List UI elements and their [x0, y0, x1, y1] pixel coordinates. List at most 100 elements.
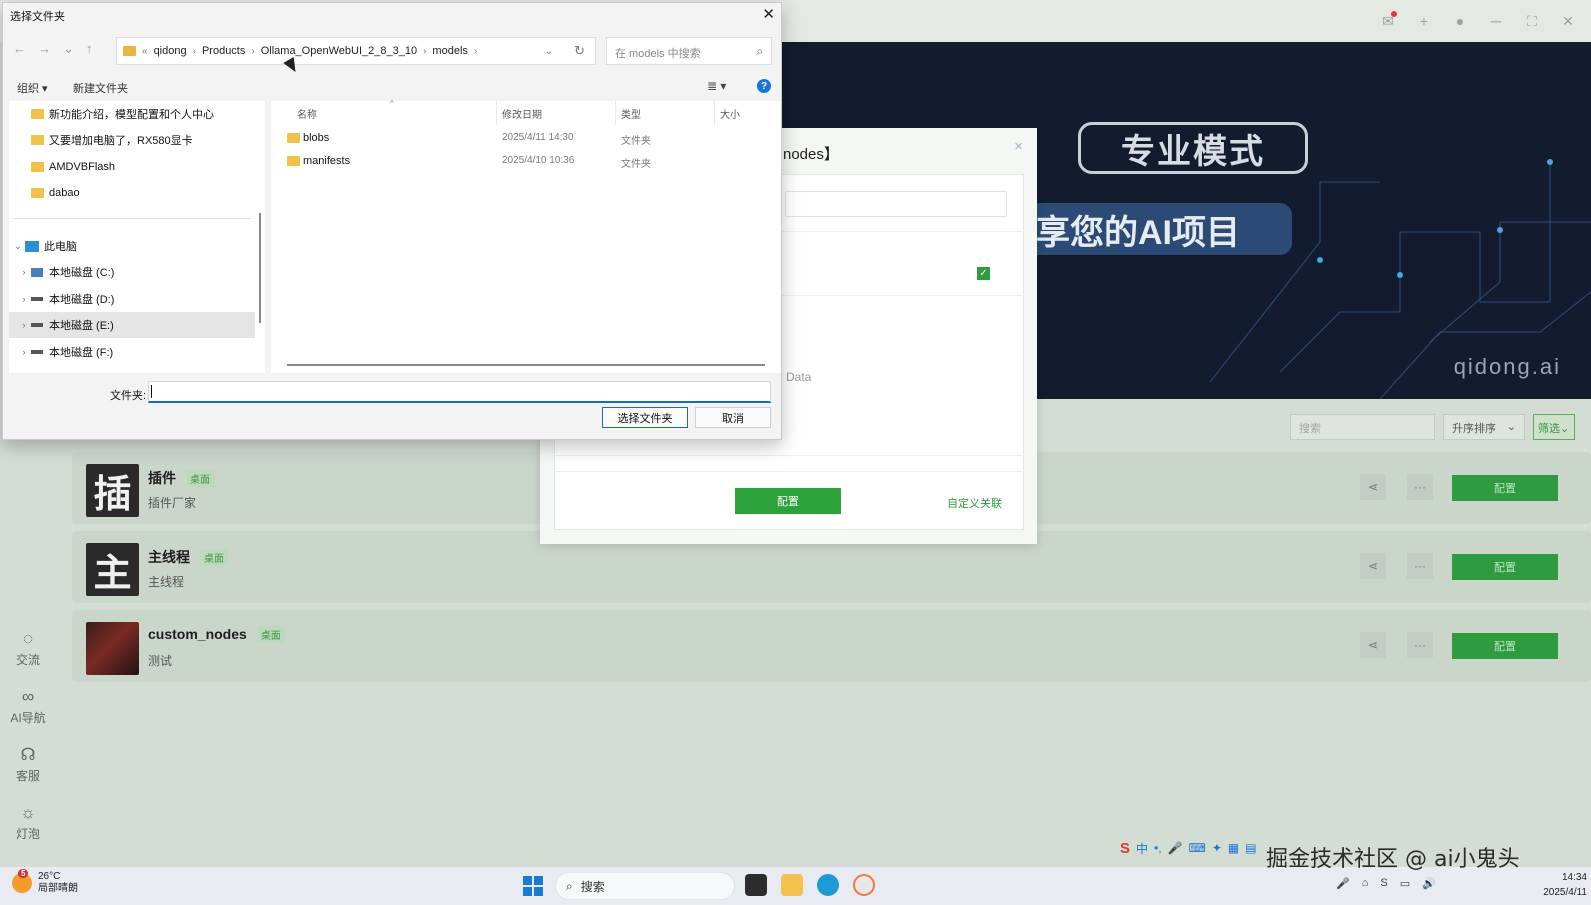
up-icon[interactable]: ↑: [86, 41, 93, 57]
column-header-modified[interactable]: 修改日期: [502, 106, 542, 121]
table-row[interactable]: blobs 2025/4/11 14:30 文件夹: [285, 129, 775, 149]
close-icon[interactable]: ✕: [1557, 10, 1579, 32]
folder-picker-dialog: 选择文件夹 ✕ ← → ⌄ ↑ « qidong › Products › Olla…: [2, 2, 782, 440]
sogou-ime-icon[interactable]: S: [1120, 840, 1130, 857]
clock[interactable]: 14:34 2025/4/11: [1543, 870, 1587, 900]
taskbar-search[interactable]: ⌕ 搜索: [555, 872, 735, 900]
close-icon[interactable]: ✕: [762, 5, 775, 23]
tree-item-drive[interactable]: › 本地磁盘 (F:): [9, 339, 255, 365]
sort-select[interactable]: 升序排序 ⌄: [1443, 414, 1525, 440]
edge-browser-icon[interactable]: [817, 874, 839, 896]
tree-item-this-pc[interactable]: ⌄ 此电脑: [9, 233, 255, 259]
chrome-browser-icon[interactable]: [853, 874, 875, 896]
tree-scrollbar[interactable]: [259, 213, 261, 323]
back-icon[interactable]: ←: [13, 41, 26, 57]
more-icon[interactable]: ···: [1407, 474, 1433, 500]
config-button[interactable]: 配置: [1452, 475, 1558, 501]
more-icon[interactable]: ···: [1407, 553, 1433, 579]
column-separator[interactable]: [496, 101, 497, 125]
more-icon[interactable]: ···: [1407, 632, 1433, 658]
tree-item-folder[interactable]: 又要增加电脑了，RX580显卡: [9, 127, 255, 153]
chevron-right-icon[interactable]: ›: [17, 294, 31, 304]
forward-icon[interactable]: →: [38, 41, 51, 57]
share-icon[interactable]: ⋖: [1360, 553, 1386, 579]
address-bar[interactable]: « qidong › Products › Ollama_OpenWebUI_2_8…: [116, 37, 596, 65]
app-search-input[interactable]: 搜索: [1290, 414, 1435, 440]
minimize-icon[interactable]: ─: [1485, 10, 1507, 32]
search-input[interactable]: 在 models 中搜索 ⌕: [606, 37, 772, 65]
menu-icon[interactable]: ▤: [1245, 841, 1256, 855]
chevron-down-icon[interactable]: ⌄: [545, 46, 553, 57]
column-header-size[interactable]: 大小: [720, 106, 740, 121]
folder-field[interactable]: [148, 381, 771, 403]
chevron-down-icon[interactable]: ⌄: [11, 241, 25, 252]
tree-item-drive[interactable]: › 本地磁盘 (E:): [9, 312, 255, 338]
organize-menu[interactable]: 组织 ▾: [17, 80, 48, 96]
chevron-right-icon[interactable]: ›: [17, 347, 31, 357]
breadcrumb-item[interactable]: Ollama_OpenWebUI_2_8_3_10: [261, 45, 417, 57]
tree-item-drive[interactable]: › 本地磁盘 (D:): [9, 286, 255, 312]
view-options-icon[interactable]: ≣ ▾: [707, 79, 726, 93]
new-folder-button[interactable]: 新建文件夹: [73, 80, 128, 96]
modal-path-input[interactable]: [785, 191, 1007, 217]
list-item[interactable]: custom_nodes 桌面 测试 ⋖ ··· 配置: [72, 610, 1591, 682]
close-icon[interactable]: ×: [1014, 138, 1023, 155]
microphone-icon[interactable]: 🎤: [1168, 841, 1183, 855]
refresh-icon[interactable]: ↻: [574, 43, 585, 59]
plus-icon[interactable]: +: [1413, 10, 1435, 32]
share-icon[interactable]: ⋖: [1360, 632, 1386, 658]
recent-icon[interactable]: ⌄: [63, 41, 74, 57]
modal-title: nodes】: [783, 146, 839, 163]
display-icon[interactable]: ▭: [1400, 877, 1410, 890]
sidebar-item-support[interactable]: ☊ 客服: [0, 736, 56, 794]
config-button[interactable]: 配置: [1452, 554, 1558, 580]
punctuation-icon[interactable]: •,: [1154, 841, 1162, 855]
sogou-tray-icon[interactable]: S: [1380, 877, 1387, 890]
windows-start-icon[interactable]: [523, 876, 543, 896]
maximize-icon[interactable]: ⛶: [1521, 10, 1543, 32]
checkbox[interactable]: ✓: [977, 267, 990, 280]
cancel-button[interactable]: 取消: [695, 407, 771, 428]
horizontal-scrollbar[interactable]: [287, 364, 765, 366]
custom-link[interactable]: 自定义关联: [947, 495, 1002, 511]
tree-item-folder[interactable]: AMDVBFlash: [9, 154, 255, 180]
filter-button[interactable]: 筛选⌄: [1533, 414, 1575, 440]
mail-icon[interactable]: ✉: [1377, 10, 1399, 32]
weather-widget[interactable]: 5 26°C 局部晴朗: [12, 869, 78, 895]
tree-item-drive[interactable]: › 本地磁盘 (C:): [9, 259, 255, 285]
column-separator[interactable]: [714, 101, 715, 125]
chevron-right-icon[interactable]: ›: [17, 320, 31, 330]
sidebar-item-chat[interactable]: ◌ 交流: [0, 620, 56, 678]
tree-item-folder[interactable]: dabao: [9, 180, 255, 206]
sidebar-item-bulb[interactable]: ☼ 灯泡: [0, 794, 56, 852]
toolbox-icon[interactable]: ▦: [1228, 841, 1239, 855]
config-button[interactable]: 配置: [1452, 633, 1558, 659]
chevron-right-icon[interactable]: ›: [17, 267, 31, 277]
volume-icon[interactable]: 🔊: [1422, 877, 1436, 890]
help-icon[interactable]: ?: [757, 79, 771, 93]
file-list: ^ 名称 修改日期 类型 大小 blobs 2025/4/11 14:30 文件…: [271, 99, 781, 373]
breadcrumb-item[interactable]: Products: [202, 45, 245, 57]
tree-item-folder[interactable]: 新功能介绍，模型配置和个人中心: [9, 101, 255, 127]
breadcrumb-item[interactable]: models: [432, 45, 467, 57]
drive-icon: [31, 323, 43, 327]
share-icon[interactable]: ⋖: [1360, 474, 1386, 500]
column-header-name[interactable]: 名称: [297, 106, 317, 121]
select-folder-button[interactable]: 选择文件夹: [602, 407, 688, 428]
keyboard-icon[interactable]: ⌨: [1189, 841, 1206, 855]
modal-config-button[interactable]: 配置: [735, 488, 841, 514]
microphone-icon[interactable]: 🎤: [1336, 877, 1350, 890]
chevron-right-icon: ›: [251, 45, 255, 57]
terminal-app-icon[interactable]: [745, 874, 767, 896]
breadcrumb-item[interactable]: qidong: [154, 45, 187, 57]
user-icon[interactable]: ●: [1449, 10, 1471, 32]
table-row[interactable]: manifests 2025/4/10 10:36 文件夹: [285, 152, 775, 172]
network-icon[interactable]: ⌂: [1362, 877, 1369, 890]
column-header-type[interactable]: 类型: [621, 106, 641, 121]
breadcrumb-prefix[interactable]: «: [142, 46, 148, 57]
file-explorer-icon[interactable]: [781, 874, 803, 896]
skin-icon[interactable]: ✦: [1212, 841, 1222, 855]
column-separator[interactable]: [615, 101, 616, 125]
sidebar-item-ai-nav[interactable]: ∞ AI导航: [0, 678, 56, 736]
ime-mode[interactable]: 中: [1136, 840, 1148, 857]
